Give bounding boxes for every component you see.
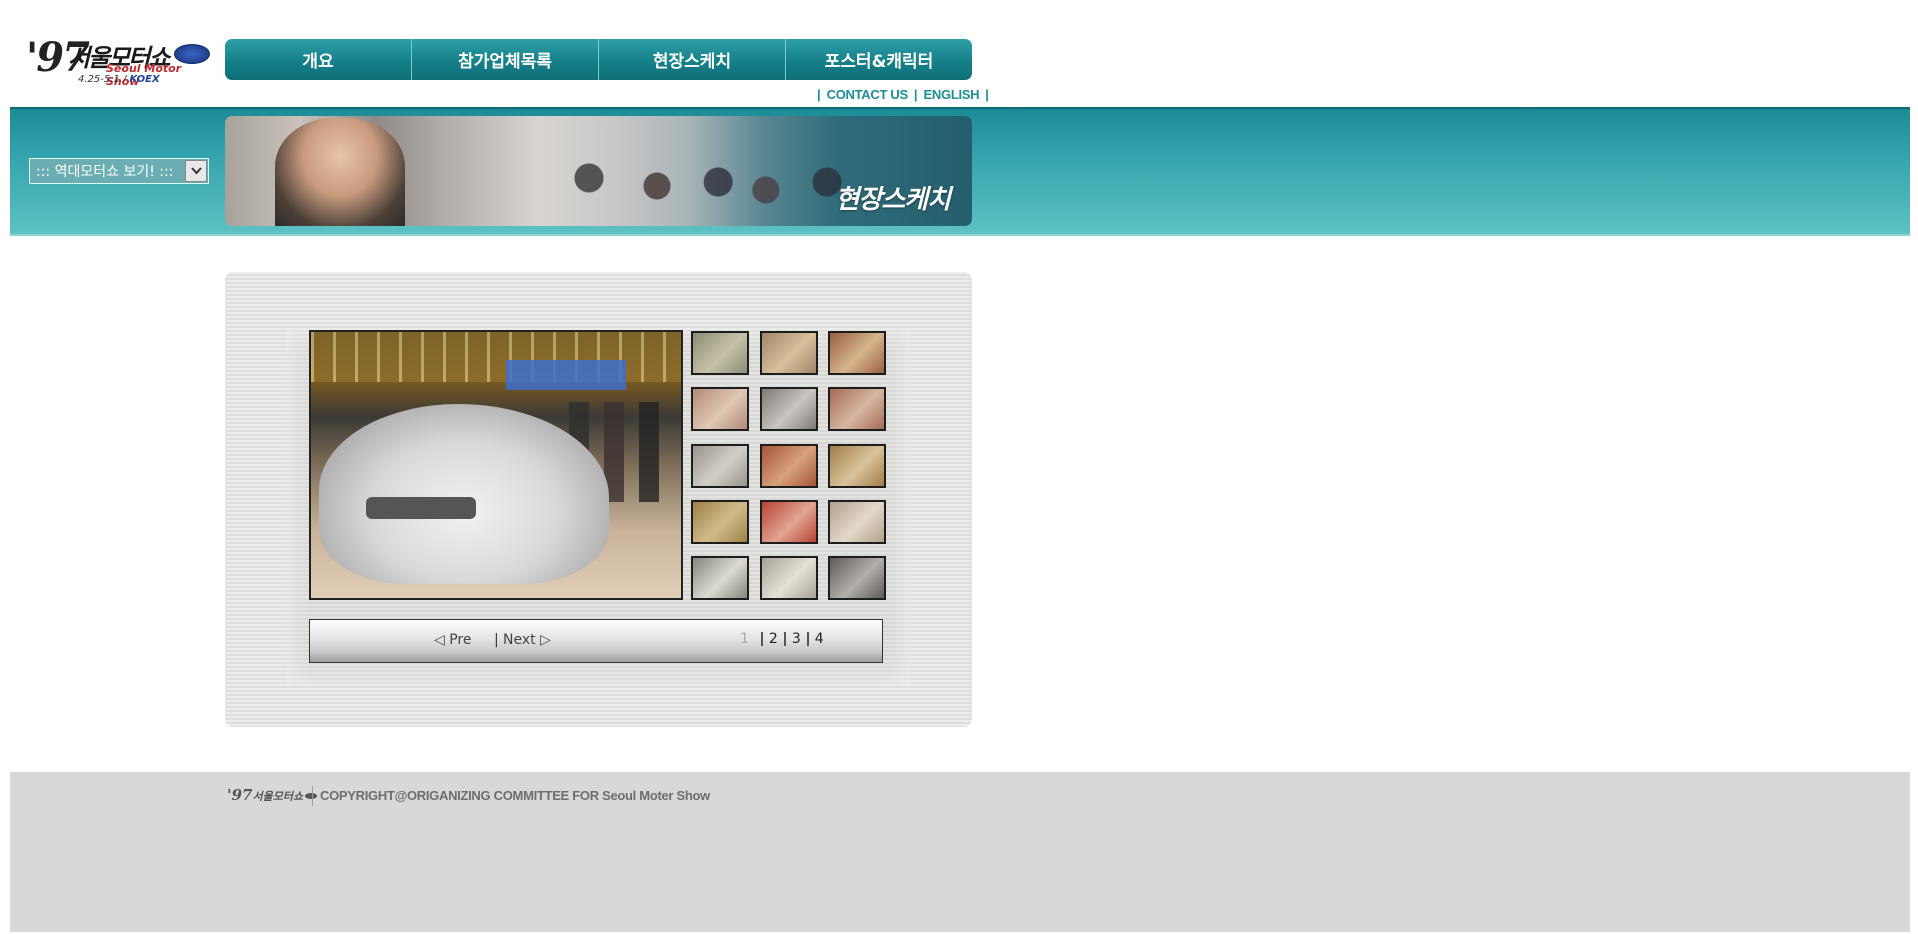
- banner-title: 현장스케치: [835, 185, 951, 215]
- next-button[interactable]: Next ▷: [503, 632, 551, 648]
- divider: |: [985, 86, 989, 102]
- thumbnail-13[interactable]: [691, 556, 749, 600]
- nav-poster-character[interactable]: 포스터&캐릭터: [786, 39, 972, 80]
- motor-show-emblem-icon: [174, 44, 210, 64]
- thumbnail-1[interactable]: [691, 331, 749, 375]
- nav-overview[interactable]: 개요: [225, 39, 412, 80]
- thumbnail-14[interactable]: [760, 556, 818, 600]
- thumbnail-11[interactable]: [760, 500, 818, 544]
- thumbnail-15[interactable]: [828, 556, 886, 600]
- thumbnail-4[interactable]: [691, 387, 749, 431]
- page-1-current: 1: [740, 631, 749, 647]
- copyright-text: COPYRIGHT@ORIGANIZING COMMITTEE FOR Seou…: [320, 788, 710, 803]
- gallery-pager: ◁ Pre | Next ▷ 1 2 3 4: [309, 619, 883, 663]
- logo-dates: 4.25-5.1 / KOEX: [78, 74, 160, 85]
- photo-car-grille: [366, 497, 476, 519]
- divider: |: [817, 86, 821, 102]
- chevron-down-icon[interactable]: [185, 160, 207, 182]
- thumbnail-5[interactable]: [760, 387, 818, 431]
- main-photo: [309, 330, 683, 600]
- site-logo[interactable]: '97 서울모터쇼 Seoul Motor Show 4.25-5.1 / KO…: [26, 34, 210, 90]
- footer: '97서울모터쇼 COPYRIGHT@ORIGANIZING COMMITTEE…: [10, 772, 1910, 932]
- photo-booth-sign: [506, 360, 626, 390]
- english-link[interactable]: ENGLISH: [924, 87, 980, 102]
- thumbnail-9[interactable]: [828, 444, 886, 488]
- photo-car: [319, 404, 609, 584]
- page-4-link[interactable]: 4: [806, 632, 830, 646]
- main-nav: 개요 참가업체목록 현장스케치 포스터&캐릭터: [225, 39, 972, 80]
- divider: |: [913, 86, 918, 102]
- footer-logo: '97서울모터쇼: [227, 786, 318, 804]
- page-2-link[interactable]: 2: [760, 632, 784, 646]
- thumbnail-10[interactable]: [691, 500, 749, 544]
- footer-divider: [312, 786, 313, 806]
- prev-button[interactable]: ◁ Pre: [434, 632, 471, 648]
- thumbnail-6[interactable]: [828, 387, 886, 431]
- pager-divider: |: [494, 632, 499, 648]
- thumbnail-8[interactable]: [760, 444, 818, 488]
- thumbnail-12[interactable]: [828, 500, 886, 544]
- thumbnail-2[interactable]: [760, 331, 818, 375]
- nav-scene-sketch[interactable]: 현장스케치: [599, 39, 786, 80]
- banner-model-photo: [275, 118, 405, 226]
- page-3-link[interactable]: 3: [783, 632, 807, 646]
- archive-select[interactable]: ::: 역대모터쇼 보기! :::: [29, 158, 209, 184]
- logo-venue: KOEX: [129, 74, 160, 85]
- thumbnail-3[interactable]: [828, 331, 886, 375]
- section-banner: 현장스케치: [225, 116, 972, 226]
- archive-select-value: ::: 역대모터쇼 보기! :::: [36, 164, 174, 180]
- page-numbers: 1 2 3 4: [740, 632, 830, 646]
- utility-links: | CONTACT US | ENGLISH |: [811, 86, 995, 102]
- thumbnail-7[interactable]: [691, 444, 749, 488]
- nav-exhibitors[interactable]: 참가업체목록: [412, 39, 599, 80]
- contact-us-link[interactable]: CONTACT US: [827, 87, 909, 102]
